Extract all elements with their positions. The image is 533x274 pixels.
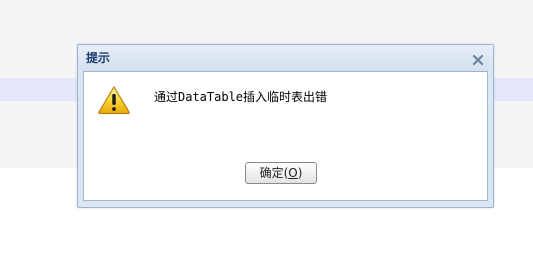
dialog-body: 通过DataTable插入临时表出错 确定(O) <box>83 71 488 201</box>
ok-button-label: 确定( <box>259 166 289 180</box>
close-icon[interactable] <box>472 51 484 66</box>
warning-icon <box>97 85 131 115</box>
ok-button-mnemonic: O <box>288 166 298 180</box>
dialog-title-bar[interactable]: 提示 <box>78 45 493 71</box>
dialog-title: 提示 <box>86 51 111 65</box>
message-dialog: 提示 通过DataTable插入临时表出错 确定(O) <box>77 44 494 208</box>
ok-button-suffix: ) <box>297 166 303 180</box>
ok-button[interactable]: 确定(O) <box>245 162 317 184</box>
dialog-message: 通过DataTable插入临时表出错 <box>154 90 328 104</box>
